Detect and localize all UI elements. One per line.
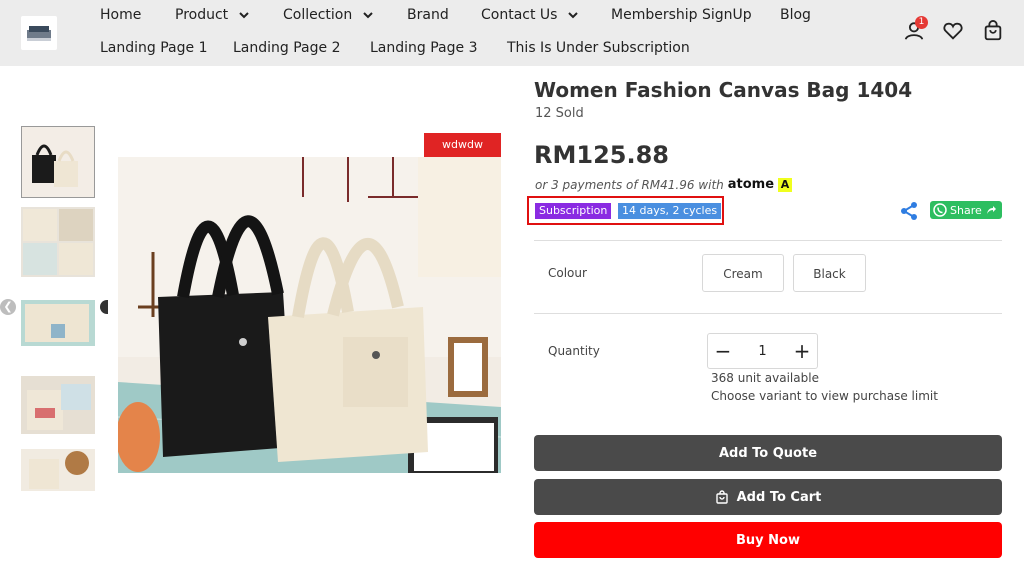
product-title: Women Fashion Canvas Bag 1404 — [534, 78, 913, 102]
colour-option-black[interactable]: Black — [793, 254, 866, 292]
installment-text: or 3 payments of RM41.96 with — [535, 177, 724, 192]
atome-mark-icon: A — [778, 177, 793, 192]
colour-label: Colour — [548, 266, 587, 280]
atome-logo[interactable]: atome — [728, 177, 774, 192]
buy-now-button[interactable]: Buy Now — [534, 522, 1002, 558]
product-thumbnail[interactable] — [21, 449, 95, 491]
nav-landing-3-label: Landing Page 3 — [370, 40, 478, 56]
gallery-next-arrow[interactable] — [100, 300, 108, 314]
nav-product-label: Product — [175, 7, 229, 23]
nav-landing-1[interactable]: Landing Page 1 — [100, 40, 208, 56]
colour-option-cream[interactable]: Cream — [702, 254, 784, 292]
product-thumbnail[interactable] — [21, 300, 95, 346]
quantity-label: Quantity — [548, 344, 600, 358]
whatsapp-share-button[interactable]: Share — [930, 201, 1002, 219]
chevron-down-icon — [363, 12, 373, 19]
quantity-stepper: − 1 + — [707, 333, 818, 369]
quantity-value[interactable]: 1 — [743, 344, 783, 359]
nav-subscription-label: This Is Under Subscription — [507, 40, 690, 56]
gallery-prev-arrow[interactable]: ❮ — [0, 299, 16, 315]
product-thumbnail[interactable] — [21, 207, 95, 277]
decrease-quantity-button[interactable]: − — [708, 336, 738, 366]
divider — [534, 313, 1002, 314]
account-notification-badge: 1 — [915, 16, 928, 29]
add-to-cart-label: Add To Cart — [736, 489, 822, 505]
installment-info: or 3 payments of RM41.96 with atome A — [535, 177, 793, 192]
share-icon[interactable] — [899, 201, 919, 221]
nav-product[interactable]: Product — [175, 7, 250, 23]
buy-now-label: Buy Now — [736, 532, 800, 548]
nav-home-label: Home — [100, 7, 142, 23]
nav-collection-label: Collection — [283, 7, 353, 23]
site-header: Home Product Collection Brand Contact Us… — [0, 0, 1024, 66]
nav-contact-label: Contact Us — [481, 7, 558, 23]
nav-membership[interactable]: Membership SignUp — [611, 7, 752, 23]
nav-landing-2[interactable]: Landing Page 2 — [233, 40, 341, 56]
store-logo[interactable] — [21, 16, 57, 50]
nav-collection[interactable]: Collection — [283, 7, 374, 23]
chevron-down-icon — [239, 12, 249, 19]
sold-count: 12 Sold — [535, 106, 584, 121]
nav-brand-label: Brand — [407, 7, 449, 23]
increase-quantity-button[interactable]: + — [787, 336, 817, 366]
nav-home[interactable]: Home — [100, 7, 141, 23]
product-main-image[interactable] — [118, 157, 501, 473]
nav-landing-2-label: Landing Page 2 — [233, 40, 341, 56]
chevron-down-icon — [568, 12, 579, 19]
nav-landing-3[interactable]: Landing Page 3 — [370, 40, 478, 56]
nav-subscription[interactable]: This Is Under Subscription — [507, 40, 690, 56]
product-thumbnail[interactable] — [21, 376, 95, 434]
stock-info: 368 unit available — [711, 371, 819, 385]
purchase-limit-info: Choose variant to view purchase limit — [711, 389, 938, 403]
nav-membership-label: Membership SignUp — [611, 7, 752, 23]
promo-tag: wdwdw — [424, 133, 501, 157]
nav-brand[interactable]: Brand — [407, 7, 449, 23]
add-to-cart-button[interactable]: Add To Cart — [534, 479, 1002, 515]
shopping-bag-icon — [715, 490, 728, 504]
whatsapp-icon — [933, 203, 947, 217]
subscription-badge: Subscription — [535, 203, 612, 219]
cycle-badge: 14 days, 2 cycles — [618, 203, 722, 219]
share-label: Share — [950, 203, 982, 217]
nav-blog-label: Blog — [780, 7, 811, 23]
add-to-quote-button[interactable]: Add To Quote — [534, 435, 1002, 471]
nav-contact[interactable]: Contact Us — [481, 7, 579, 23]
heart-icon[interactable] — [942, 20, 964, 42]
share-arrow-icon — [986, 206, 996, 214]
nav-landing-1-label: Landing Page 1 — [100, 40, 208, 56]
divider — [534, 240, 1002, 241]
product-thumbnail[interactable] — [21, 126, 95, 198]
shopping-bag-icon[interactable] — [982, 20, 1004, 42]
product-price: RM125.88 — [534, 141, 669, 169]
nav-blog[interactable]: Blog — [780, 7, 811, 23]
add-to-quote-label: Add To Quote — [718, 445, 818, 461]
